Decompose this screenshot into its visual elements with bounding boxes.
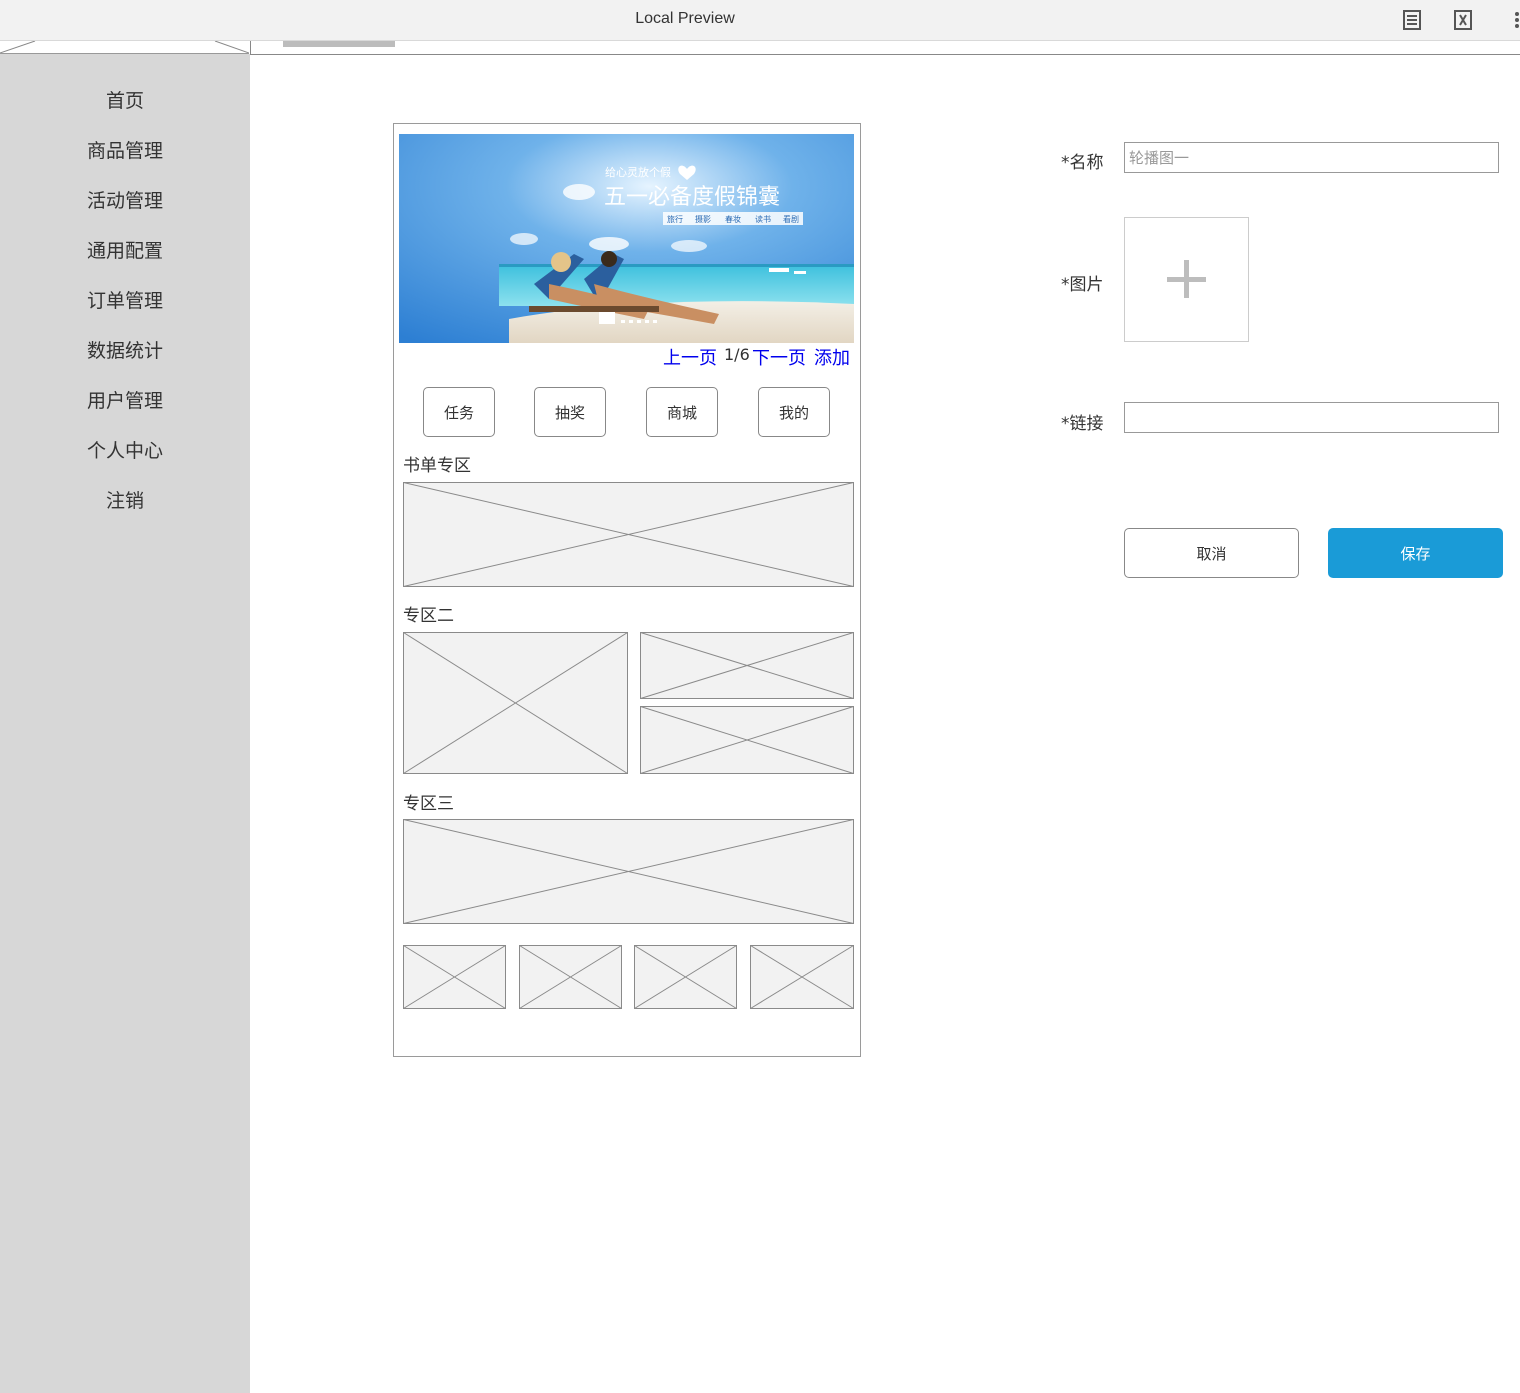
sidebar-item-activities[interactable]: 活动管理	[0, 186, 250, 213]
document-icon[interactable]	[1400, 8, 1424, 32]
image-label: *图片	[1061, 275, 1104, 295]
banner-tagline: 给心灵放个假	[605, 165, 671, 179]
prev-page-link[interactable]: 上一页	[663, 344, 717, 370]
banner-tag-0: 旅行	[667, 214, 683, 224]
books-section-title: 书单专区	[403, 456, 471, 476]
banner-tag-1: 摄影	[695, 214, 711, 224]
name-label: *名称	[1061, 153, 1104, 173]
save-button[interactable]: 保存	[1328, 528, 1503, 578]
sidebar-item-orders[interactable]: 订单管理	[0, 286, 250, 313]
sidebar-header-placeholder	[0, 41, 249, 54]
window-title: Local Preview	[635, 10, 735, 27]
link-input[interactable]	[1124, 402, 1499, 433]
add-banner-link[interactable]: 添加	[814, 344, 850, 370]
sidebar-item-products[interactable]: 商品管理	[0, 136, 250, 163]
zone2-section-title: 专区二	[403, 606, 454, 626]
mobile-preview-frame: 给心灵放个假 五一必备度假锦囊 旅行 摄影 春妆 读书 看剧 上一页 1/6 下…	[393, 123, 861, 1057]
more-icon[interactable]	[1506, 8, 1520, 32]
link-label: *链接	[1061, 414, 1104, 434]
carousel-banner[interactable]: 给心灵放个假 五一必备度假锦囊 旅行 摄影 春妆 读书 看剧	[399, 134, 854, 343]
window-titlebar: Local Preview	[0, 0, 1520, 41]
content-header-strip	[250, 41, 1520, 55]
tile-placeholder-4[interactable]	[750, 945, 855, 1010]
zone2-large-placeholder[interactable]	[403, 632, 629, 775]
mall-button[interactable]: 商城	[646, 387, 718, 437]
sidebar-item-config[interactable]: 通用配置	[0, 236, 250, 263]
books-image-placeholder[interactable]	[403, 482, 855, 588]
sidebar: 首页 商品管理 活动管理 通用配置 订单管理 数据统计 用户管理 个人中心 注销	[0, 54, 250, 1393]
zone2-bottom-right-placeholder[interactable]	[640, 706, 855, 775]
zone3-section-title: 专区三	[403, 794, 454, 814]
page-counter: 1/6	[724, 345, 750, 364]
banner-tag-4: 看剧	[783, 215, 799, 224]
horizontal-scrollbar[interactable]	[283, 41, 395, 47]
sidebar-item-logout[interactable]: 注销	[0, 486, 250, 513]
name-input[interactable]	[1124, 142, 1499, 173]
sidebar-item-home[interactable]: 首页	[0, 86, 250, 113]
zone2-top-right-placeholder[interactable]	[640, 632, 855, 700]
lottery-button[interactable]: 抽奖	[534, 387, 606, 437]
variable-icon[interactable]	[1451, 8, 1475, 32]
image-upload-box[interactable]	[1124, 217, 1249, 342]
sidebar-item-statistics[interactable]: 数据统计	[0, 336, 250, 363]
task-button[interactable]: 任务	[423, 387, 495, 437]
banner-tag-3: 读书	[755, 214, 771, 224]
tile-placeholder-3[interactable]	[634, 945, 738, 1010]
plus-icon	[1167, 260, 1206, 298]
next-page-link[interactable]: 下一页	[752, 344, 806, 370]
beach-banner-image: 给心灵放个假 五一必备度假锦囊 旅行 摄影 春妆 读书 看剧	[399, 134, 854, 343]
mine-button[interactable]: 我的	[758, 387, 830, 437]
zone3-image-placeholder[interactable]	[403, 819, 855, 925]
banner-headline: 五一必备度假锦囊	[604, 185, 780, 210]
sidebar-item-users[interactable]: 用户管理	[0, 386, 250, 413]
sidebar-item-profile[interactable]: 个人中心	[0, 436, 250, 463]
banner-tag-2: 春妆	[725, 214, 741, 224]
tile-placeholder-2[interactable]	[519, 945, 623, 1010]
tile-placeholder-1[interactable]	[403, 945, 507, 1010]
cancel-button[interactable]: 取消	[1124, 528, 1299, 578]
